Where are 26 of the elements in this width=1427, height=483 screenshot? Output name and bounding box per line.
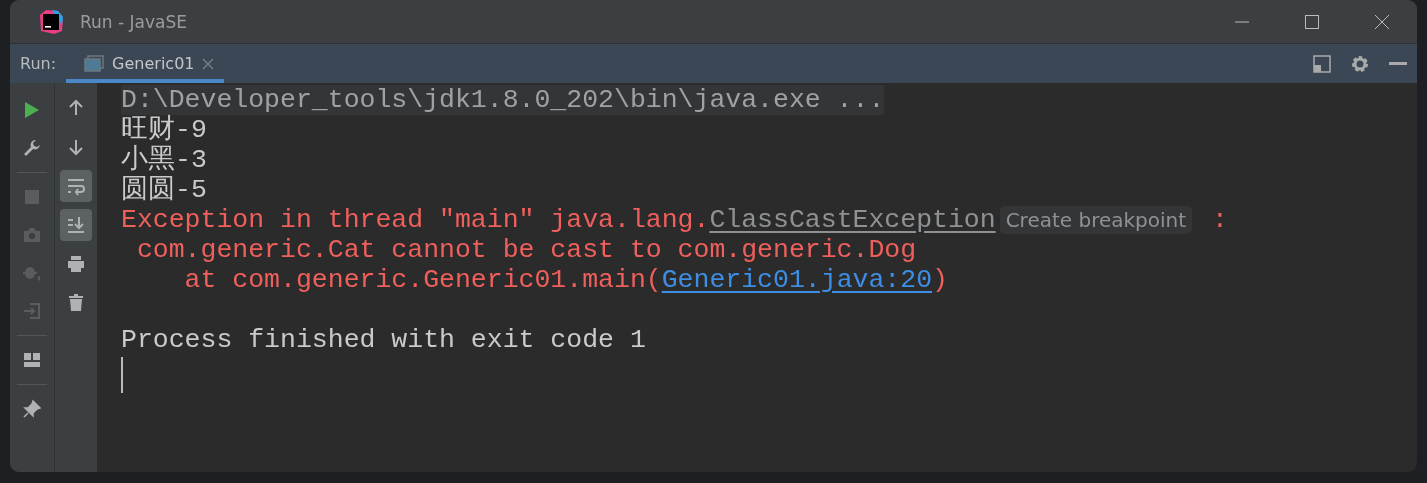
text-cursor bbox=[121, 357, 123, 393]
source-link[interactable]: Generic01.java:20 bbox=[661, 265, 933, 295]
console-text: 旺财-9 bbox=[121, 115, 207, 145]
layout-icon[interactable] bbox=[1313, 54, 1331, 73]
console-text: 小黑-3 bbox=[121, 145, 207, 175]
window-title: Run - JavaSE bbox=[80, 11, 188, 32]
inlay-hint[interactable]: Create breakpoint bbox=[999, 206, 1193, 234]
exception-class-link[interactable]: ClassCastException bbox=[709, 205, 996, 235]
console-icon bbox=[84, 54, 105, 73]
console-text: ) bbox=[932, 265, 948, 295]
app-logo-icon bbox=[38, 8, 64, 35]
console-text: com.generic.Cat cannot be cast to com.generic.Dog bbox=[135, 235, 917, 265]
console-text: Process finished with exit code 1 bbox=[121, 325, 646, 355]
console-text: 圆圆-5 bbox=[121, 175, 207, 205]
minimize-icon[interactable] bbox=[1389, 61, 1407, 66]
soft-wrap-icon[interactable] bbox=[60, 170, 92, 202]
console-text: D:\Developer_tools\jdk1.8.0_202\bin\java.exe ... bbox=[121, 85, 885, 115]
settings-icon[interactable] bbox=[1350, 53, 1370, 74]
close-icon[interactable] bbox=[1375, 14, 1389, 29]
close-icon[interactable] bbox=[202, 57, 215, 70]
console-text: at com.generic.Generic01.main( bbox=[183, 265, 662, 295]
maximize-icon[interactable] bbox=[1305, 14, 1319, 29]
console-text: Exception in thread "main" java.lang. bbox=[121, 205, 710, 235]
run-label: Run: bbox=[19, 54, 58, 73]
console-text: : bbox=[1211, 205, 1228, 235]
scroll-to-end-icon[interactable] bbox=[60, 209, 92, 241]
